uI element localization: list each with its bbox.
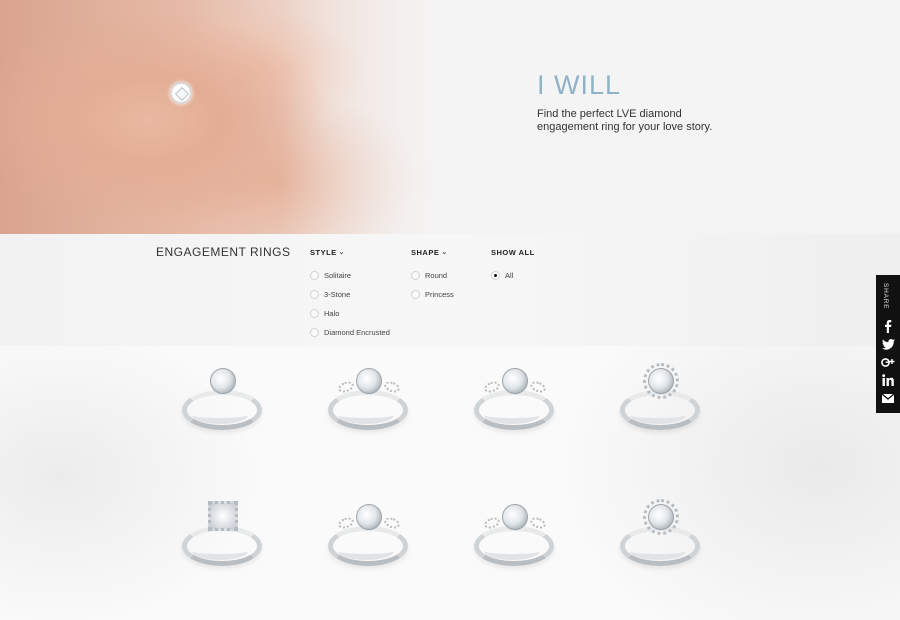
radio-button[interactable]: [310, 308, 319, 318]
engagement-ring-image: [356, 504, 382, 530]
ring-shank: [338, 542, 394, 560]
product-card[interactable]: [318, 360, 418, 440]
chevron-down-icon: ⌄: [338, 249, 346, 256]
filter-option-round[interactable]: Round: [411, 270, 454, 280]
twitter-icon[interactable]: [880, 337, 896, 351]
engagement-ring-image: [208, 501, 238, 531]
radio-button[interactable]: [411, 289, 420, 299]
ring-shank: [630, 542, 686, 560]
hero-banner: I WILL Find the perfect LVE diamond enga…: [0, 0, 900, 234]
filter-option-label: All: [505, 270, 514, 280]
filter-option-all[interactable]: All: [491, 270, 535, 280]
filter-option-diamond-encrusted[interactable]: Diamond Encrusted: [310, 327, 390, 337]
hero-photo-hands-ring: [0, 0, 470, 234]
radio-button-selected[interactable]: [491, 270, 500, 280]
filter-shape-dropdown[interactable]: SHAPE ⌄: [411, 247, 454, 257]
engagement-ring-image: [210, 368, 236, 394]
engagement-ring-image: [502, 504, 528, 530]
hero-ring-icon: [170, 82, 192, 104]
share-bar: SHARE: [876, 275, 900, 413]
engagement-ring-image: [648, 504, 674, 530]
filter-group-shape: SHAPE ⌄ Round Princess: [411, 247, 454, 299]
mail-icon[interactable]: [880, 391, 896, 405]
filter-option-halo[interactable]: Halo: [310, 308, 390, 318]
product-grid: [0, 346, 900, 620]
engagement-ring-image: [648, 368, 674, 394]
filter-option-solitaire[interactable]: Solitaire: [310, 270, 390, 280]
product-card[interactable]: [610, 360, 710, 440]
linkedin-icon[interactable]: [880, 373, 896, 387]
engagement-ring-image: [356, 368, 382, 394]
radio-button[interactable]: [310, 270, 319, 280]
facebook-icon[interactable]: [880, 319, 896, 333]
filter-option-label: Halo: [324, 308, 340, 318]
radio-button[interactable]: [411, 270, 420, 280]
engagement-ring-image: [502, 368, 528, 394]
filter-option-label: Solitaire: [324, 270, 352, 280]
google-plus-icon[interactable]: [880, 355, 896, 369]
filter-option-label: Diamond Encrusted: [324, 327, 390, 337]
product-card[interactable]: [610, 496, 710, 576]
filter-style-label: STYLE: [310, 247, 337, 257]
radio-button[interactable]: [310, 327, 319, 337]
ring-shank: [192, 542, 248, 560]
hero-title: I WILL: [537, 70, 622, 100]
filter-shape-label: SHAPE: [411, 247, 440, 257]
filter-option-princess[interactable]: Princess: [411, 289, 454, 299]
filter-option-label: Princess: [425, 289, 454, 299]
ring-shank: [630, 406, 686, 424]
hero-description: Find the perfect LVE diamond engagement …: [537, 108, 713, 133]
filter-group-style: STYLE ⌄ Solitaire 3-Stone Halo Diamond E…: [310, 247, 390, 337]
ring-shank: [484, 406, 540, 424]
product-card[interactable]: [318, 496, 418, 576]
filter-option-label: 3-Stone: [324, 289, 351, 299]
filter-group-show-all: SHOW ALL All: [491, 247, 535, 280]
chevron-down-icon: ⌄: [441, 249, 448, 256]
filter-show-all-heading[interactable]: SHOW ALL: [491, 247, 535, 257]
radio-button[interactable]: [310, 289, 319, 299]
product-card[interactable]: [172, 496, 272, 576]
section-title: ENGAGEMENT RINGS: [156, 245, 291, 259]
product-card[interactable]: [464, 496, 564, 576]
filter-option-3-stone[interactable]: 3-Stone: [310, 289, 390, 299]
ring-shank: [484, 542, 540, 560]
product-card[interactable]: [172, 360, 272, 440]
filter-bar: ENGAGEMENT RINGS STYLE ⌄ Solitaire 3-Sto…: [0, 234, 900, 346]
share-label: SHARE: [882, 283, 889, 310]
product-card[interactable]: [464, 360, 564, 440]
filter-option-label: Round: [425, 270, 448, 280]
filter-show-all-label: SHOW ALL: [491, 247, 535, 257]
filter-style-dropdown[interactable]: STYLE ⌄: [310, 247, 390, 257]
ring-shank: [192, 406, 248, 424]
ring-shank: [338, 406, 394, 424]
